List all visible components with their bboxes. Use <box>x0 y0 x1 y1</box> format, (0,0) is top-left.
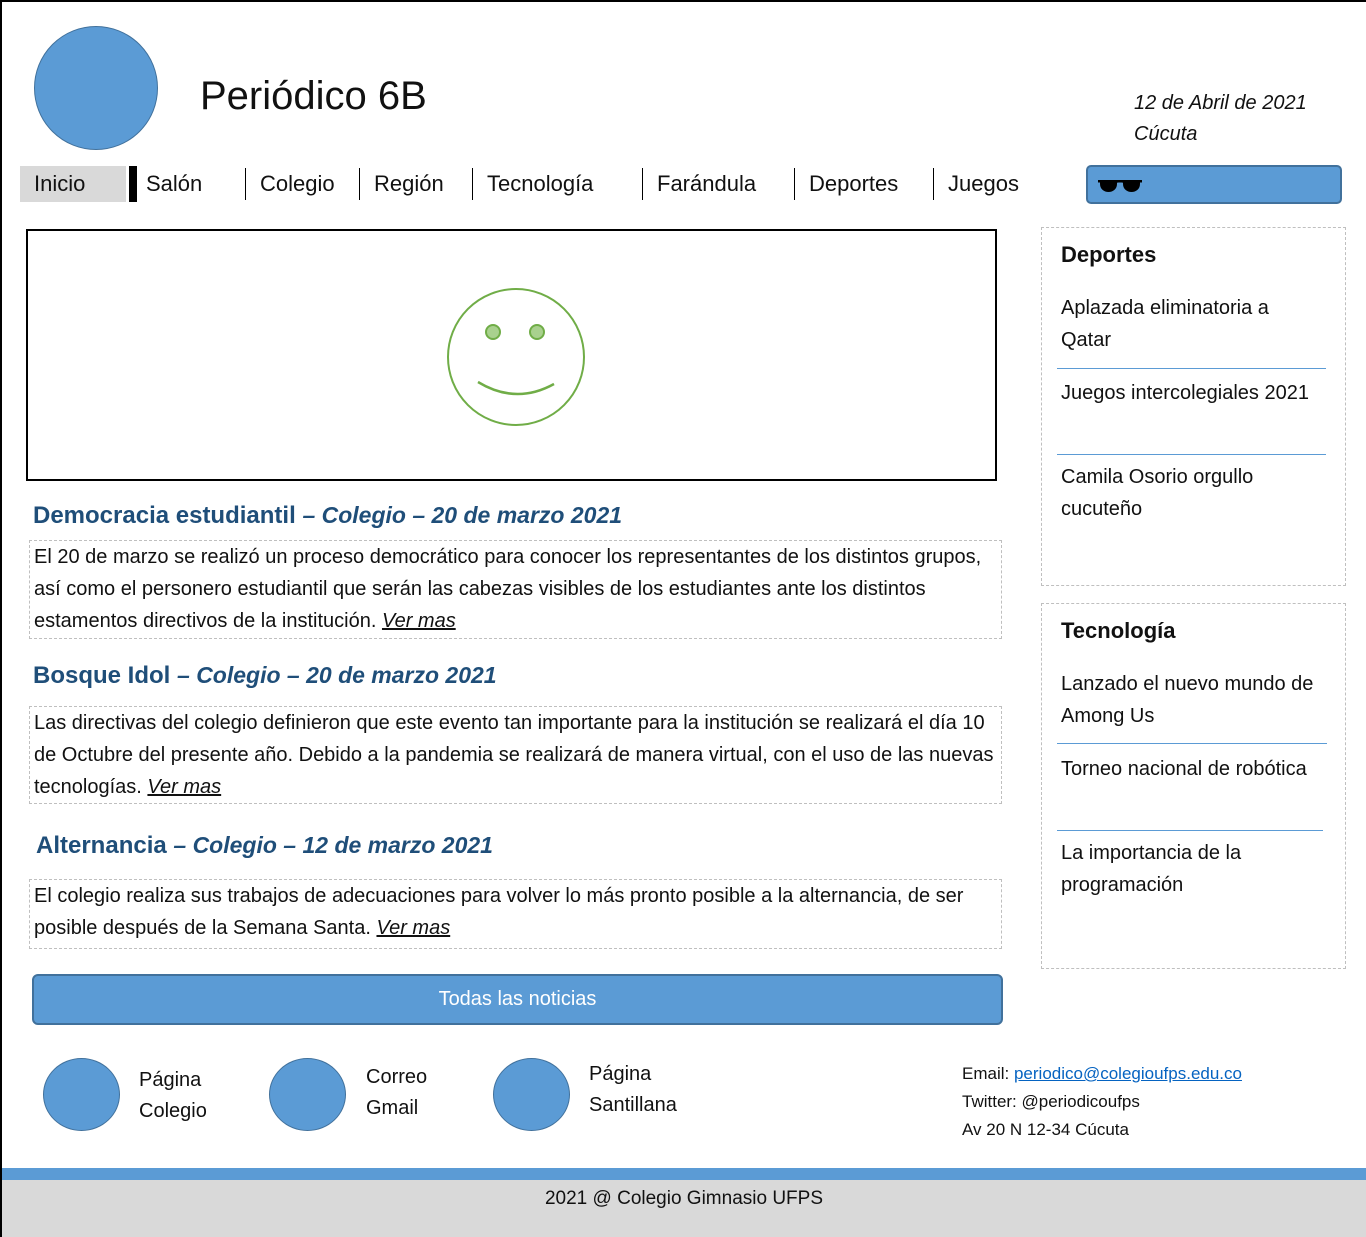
nav-separator <box>794 168 795 200</box>
logo-circle-icon[interactable] <box>34 26 158 150</box>
sidebar-heading: Tecnología <box>1061 618 1176 643</box>
nav-item-colegio[interactable]: Colegio <box>260 166 335 202</box>
news-title[interactable]: Bosque Idol – Colegio – 20 de marzo 2021 <box>33 662 497 690</box>
sidebar-heading: Deportes <box>1061 242 1157 267</box>
sidebar-divider <box>1057 368 1326 369</box>
news-headline[interactable]: Bosque Idol <box>33 662 170 689</box>
header-date-block: 12 de Abril de 2021 Cúcuta <box>1134 88 1307 150</box>
sidebar-tecnologia: Tecnología Lanzado el nuevo mundo de Amo… <box>1041 603 1346 969</box>
news-title[interactable]: Democracia estudiantil – Colegio – 20 de… <box>33 502 622 530</box>
footer-link-label: Colegio <box>139 1100 207 1122</box>
main-nav: Inicio Salón Colegio Región Tecnología F… <box>20 166 1050 202</box>
news-title[interactable]: Alternancia – Colegio – 12 de marzo 2021 <box>36 832 493 860</box>
footer-link-gmail[interactable]: Correo Gmail <box>366 1062 427 1124</box>
nav-item-region[interactable]: Región <box>374 166 444 202</box>
footer-link-santillana[interactable]: Página Santillana <box>589 1059 677 1121</box>
nav-separator <box>129 166 137 202</box>
sidebar-divider <box>1057 743 1327 744</box>
nav-separator <box>245 168 246 200</box>
sidebar-divider <box>1057 830 1323 831</box>
sidebar-link[interactable]: Lanzado el nuevo mundo de Among Us <box>1061 668 1321 732</box>
sidebar-link[interactable]: Juegos intercolegiales 2021 <box>1061 377 1321 409</box>
footer-copyright: 2021 @ Colegio Gimnasio UFPS <box>2 1180 1366 1237</box>
santillana-page-icon[interactable] <box>493 1058 570 1131</box>
contact-info: Email: periodico@colegioufps.edu.co Twit… <box>962 1060 1242 1144</box>
contact-twitter: Twitter: @periodicoufps <box>962 1092 1140 1111</box>
footer-link-label: Página <box>139 1069 202 1091</box>
nav-item-farandula[interactable]: Farándula <box>657 166 756 202</box>
footer-link-label: Correo <box>366 1066 428 1088</box>
sunglasses-icon <box>1098 180 1142 192</box>
nav-separator <box>472 168 473 200</box>
sidebar-link[interactable]: La importancia de la programación <box>1061 837 1321 901</box>
nav-separator <box>359 168 360 200</box>
news-body: El 20 de marzo se realizó un proceso dem… <box>29 540 1002 639</box>
sidebar-link[interactable]: Torneo nacional de robótica <box>1061 753 1321 785</box>
sidebar-divider <box>1057 454 1326 455</box>
news-body: Las directivas del colegio definieron qu… <box>29 706 1002 804</box>
colegio-page-icon[interactable] <box>43 1058 120 1131</box>
see-more-link[interactable]: Ver mas <box>382 610 456 632</box>
news-text: El colegio realiza sus trabajos de adecu… <box>34 885 964 939</box>
contact-email-line: Email: periodico@colegioufps.edu.co <box>962 1060 1242 1088</box>
news-headline[interactable]: Democracia estudiantil <box>33 502 296 529</box>
news-body: El colegio realiza sus trabajos de adecu… <box>29 879 1002 949</box>
hero-image[interactable] <box>26 229 997 481</box>
header-city: Cúcuta <box>1134 123 1198 145</box>
news-headline[interactable]: Alternancia <box>36 832 167 859</box>
nav-separator <box>933 168 934 200</box>
sidebar-link[interactable]: Aplazada eliminatoria a Qatar <box>1061 292 1321 356</box>
nav-separator <box>642 168 643 200</box>
sidebar-deportes: Deportes Aplazada eliminatoria a Qatar J… <box>1041 227 1346 586</box>
news-meta: – Colegio – 12 de marzo 2021 <box>173 832 493 858</box>
news-meta: – Colegio – 20 de marzo 2021 <box>302 502 623 528</box>
footer-link-label: Santillana <box>589 1094 677 1116</box>
email-link[interactable]: periodico@colegioufps.edu.co <box>1014 1064 1242 1083</box>
all-news-button[interactable]: Todas las noticias <box>32 974 1003 1025</box>
nav-item-inicio[interactable]: Inicio <box>20 166 126 202</box>
gmail-icon[interactable] <box>269 1058 346 1131</box>
news-meta: – Colegio – 20 de marzo 2021 <box>177 662 497 688</box>
smiley-face-icon <box>447 288 585 426</box>
nav-item-juegos[interactable]: Juegos <box>948 166 1019 202</box>
nav-item-deportes[interactable]: Deportes <box>809 166 898 202</box>
nav-item-tecnologia[interactable]: Tecnología <box>487 166 593 202</box>
footer-accent-bar <box>2 1168 1366 1180</box>
see-more-link[interactable]: Ver mas <box>376 917 450 939</box>
nav-item-salon[interactable]: Salón <box>146 166 202 202</box>
header-date: 12 de Abril de 2021 <box>1134 92 1307 114</box>
site-title: Periódico 6B <box>200 74 427 118</box>
see-more-link[interactable]: Ver mas <box>147 776 221 798</box>
sidebar-link[interactable]: Camila Osorio orgullo cucuteño <box>1061 461 1321 525</box>
contact-address: Av 20 N 12-34 Cúcuta <box>962 1120 1129 1139</box>
footer-link-label: Gmail <box>366 1097 419 1119</box>
news-text: El 20 de marzo se realizó un proceso dem… <box>34 546 982 632</box>
search-input[interactable] <box>1086 165 1342 204</box>
footer-link-colegio[interactable]: Página Colegio <box>139 1065 207 1127</box>
email-label: Email: <box>962 1064 1014 1083</box>
footer-link-label: Página <box>589 1063 652 1085</box>
